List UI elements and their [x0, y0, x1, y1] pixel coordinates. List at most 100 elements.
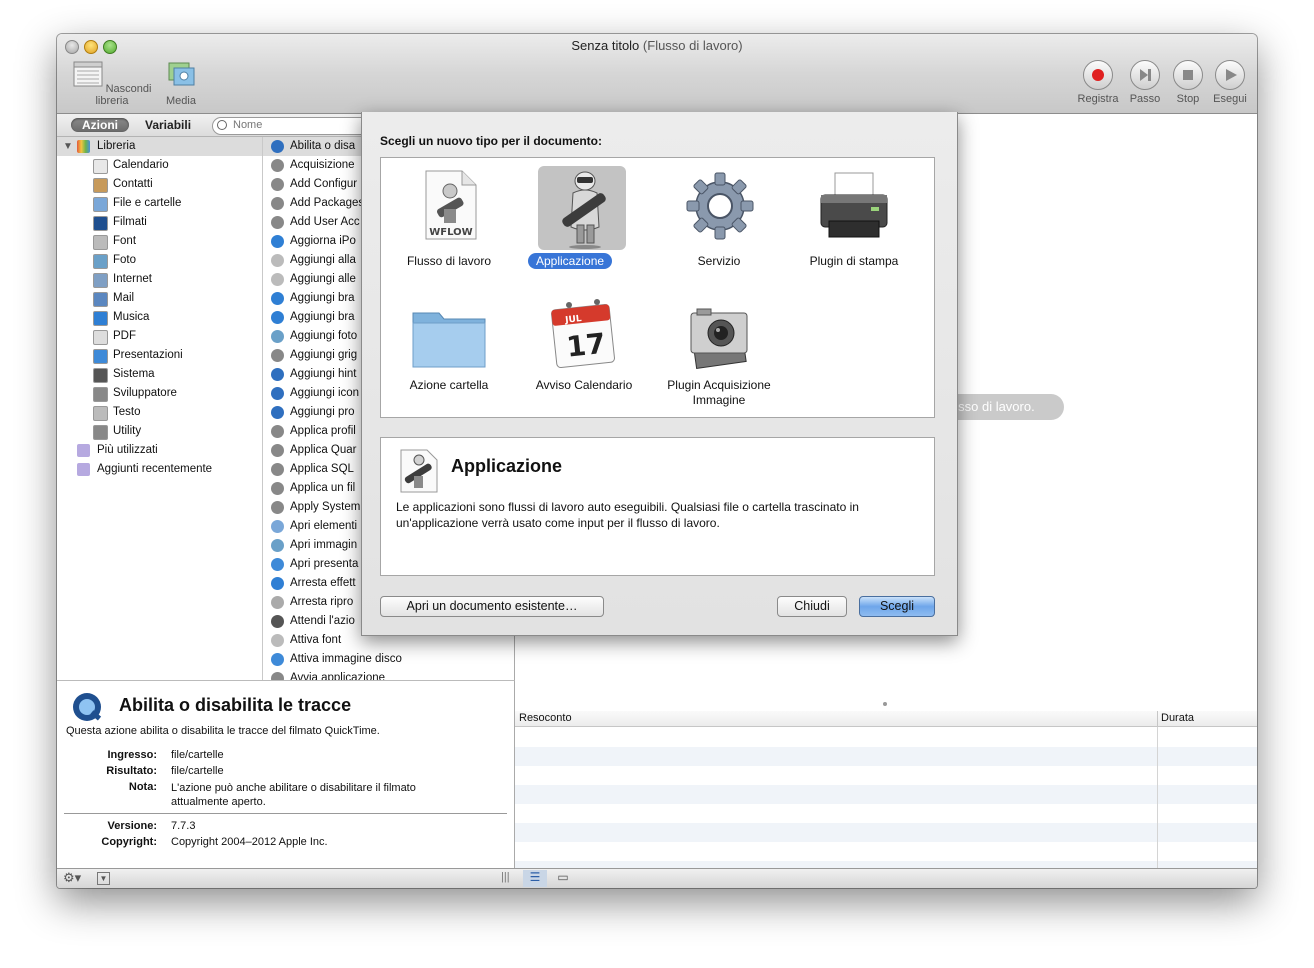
- action-label: Avvia applicazione: [290, 672, 386, 680]
- action-icon: [271, 273, 284, 286]
- log-row: [515, 785, 1257, 804]
- sidebar-item-library-category[interactable]: Presentazioni: [57, 346, 262, 365]
- action-list-item[interactable]: Attiva immagine disco: [263, 650, 514, 669]
- library-root[interactable]: ▼ Libreria: [57, 137, 262, 156]
- action-label: Aggiungi hint: [290, 368, 357, 380]
- category-label: PDF: [113, 330, 136, 342]
- column-view-icon[interactable]: ▭: [551, 870, 575, 887]
- result-value: file/cartelle: [171, 765, 224, 777]
- category-label: Filmati: [113, 216, 147, 228]
- media-button[interactable]: Media: [163, 60, 199, 107]
- action-label: Attiva font: [290, 634, 342, 646]
- action-icon: [271, 368, 284, 381]
- library-most-used[interactable]: Più utilizzati: [57, 441, 262, 460]
- action-label: Aggiorna iPo: [290, 235, 356, 247]
- category-icon: [93, 406, 108, 421]
- svg-text:WFLOW: WFLOW: [429, 227, 472, 238]
- show-info-icon[interactable]: ▼: [97, 872, 110, 885]
- action-icon: [271, 178, 284, 191]
- sidebar-item-library-category[interactable]: Font: [57, 232, 262, 251]
- tab-variables[interactable]: Variabili: [145, 118, 191, 132]
- document-type-grid: WFLOW Flusso di lavoro Applicazione Serv…: [380, 157, 935, 418]
- action-icon: [271, 653, 284, 666]
- log-column-duration[interactable]: Durata: [1161, 712, 1194, 724]
- sidebar-item-library-category[interactable]: Sviluppatore: [57, 384, 262, 403]
- list-view-icon[interactable]: ☰: [523, 870, 547, 887]
- category-icon: [93, 254, 108, 269]
- sidebar-item-library-category[interactable]: Internet: [57, 270, 262, 289]
- action-label: Attendi l'azio: [290, 615, 355, 627]
- hide-library-button[interactable]: Nascondi libreria: [65, 60, 159, 107]
- log-column-report[interactable]: Resoconto: [519, 712, 572, 724]
- bottom-bar: ⚙▾ ▼ ||| ☰ ▭: [57, 868, 1257, 888]
- type-service[interactable]: Servizio: [654, 163, 784, 273]
- library-recent[interactable]: Aggiunti recentemente: [57, 460, 262, 479]
- category-label: File e cartelle: [113, 197, 182, 209]
- sidebar-item-library-category[interactable]: Testo: [57, 403, 262, 422]
- stop-icon: [1183, 70, 1193, 80]
- category-icon: [93, 235, 108, 250]
- action-label: Applica Quar: [290, 444, 357, 456]
- sidebar-item-library-category[interactable]: File e cartelle: [57, 194, 262, 213]
- action-label: Aggiungi pro: [290, 406, 355, 418]
- type-workflow[interactable]: WFLOW Flusso di lavoro: [384, 163, 514, 273]
- sidebar-item-library-category[interactable]: Foto: [57, 251, 262, 270]
- step-button[interactable]: Passo: [1125, 60, 1165, 105]
- record-icon: [1092, 69, 1104, 81]
- camera-icon: [690, 308, 748, 369]
- version-value: 7.7.3: [171, 820, 196, 832]
- titlebar: Senza titolo (Flusso di lavoro) Nascondi…: [57, 34, 1257, 114]
- action-icon: [271, 159, 284, 172]
- type-print-plugin[interactable]: Plugin di stampa: [789, 163, 919, 273]
- close-button[interactable]: Chiudi: [777, 596, 847, 617]
- printer-icon: [820, 172, 888, 238]
- sidebar-item-library-category[interactable]: Utility: [57, 422, 262, 441]
- action-icon: [271, 482, 284, 495]
- sidebar-item-library-category[interactable]: Contatti: [57, 175, 262, 194]
- tab-actions[interactable]: Azioni: [71, 118, 129, 132]
- stop-button[interactable]: Stop: [1168, 60, 1208, 105]
- library-icon: [77, 140, 90, 153]
- type-calendar-alarm[interactable]: JUL 17 Avviso Calendario: [519, 293, 649, 413]
- action-icon: [271, 387, 284, 400]
- category-label: Sistema: [113, 368, 155, 380]
- action-icon: [271, 615, 284, 628]
- sidebar-item-library-category[interactable]: Mail: [57, 289, 262, 308]
- sidebar-item-library-category[interactable]: Sistema: [57, 365, 262, 384]
- disclosure-triangle-icon[interactable]: ▼: [63, 137, 73, 156]
- log-row: [515, 747, 1257, 766]
- action-list-item[interactable]: Avvia applicazione: [263, 669, 514, 680]
- choose-button[interactable]: Scegli: [859, 596, 935, 617]
- run-button[interactable]: Esegui: [1210, 60, 1250, 105]
- action-icon: [271, 520, 284, 533]
- action-label: Apri presenta: [290, 558, 359, 570]
- type-folder-action[interactable]: Azione cartella: [384, 293, 514, 413]
- split-handle[interactable]: [883, 702, 887, 706]
- category-label: Contatti: [113, 178, 153, 190]
- action-icon: [271, 406, 284, 419]
- type-application[interactable]: Applicazione: [519, 163, 649, 273]
- media-icon: [168, 62, 195, 86]
- category-label: Utility: [113, 425, 142, 437]
- gear-menu-icon[interactable]: ⚙▾: [63, 870, 81, 886]
- sidebar-item-library-category[interactable]: PDF: [57, 327, 262, 346]
- open-existing-button[interactable]: Apri un documento esistente…: [380, 596, 604, 617]
- action-label: Arresta effett: [290, 577, 356, 589]
- action-icon: [271, 444, 284, 457]
- action-label: Applica profil: [290, 425, 356, 437]
- action-icon: [271, 634, 284, 647]
- sidebar-item-library-category[interactable]: Musica: [57, 308, 262, 327]
- sidebar-item-library-category[interactable]: Filmati: [57, 213, 262, 232]
- library-list[interactable]: ▼ Libreria Calendario Contatti File e cart…: [57, 137, 263, 680]
- record-button[interactable]: Registra: [1075, 60, 1121, 105]
- action-label: Applica SQL: [290, 463, 354, 475]
- category-label: Calendario: [113, 159, 169, 171]
- resize-grip-icon[interactable]: |||: [501, 871, 510, 883]
- action-icon: [271, 197, 284, 210]
- input-value: file/cartelle: [171, 749, 224, 761]
- action-label: Apri elementi: [290, 520, 358, 532]
- sidebar-item-library-category[interactable]: Calendario: [57, 156, 262, 175]
- type-image-capture-plugin[interactable]: Plugin Acquisizione Immagine: [654, 293, 784, 413]
- action-info-pane: Abilita o disabilita le tracce Questa az…: [57, 680, 515, 869]
- action-icon: [271, 596, 284, 609]
